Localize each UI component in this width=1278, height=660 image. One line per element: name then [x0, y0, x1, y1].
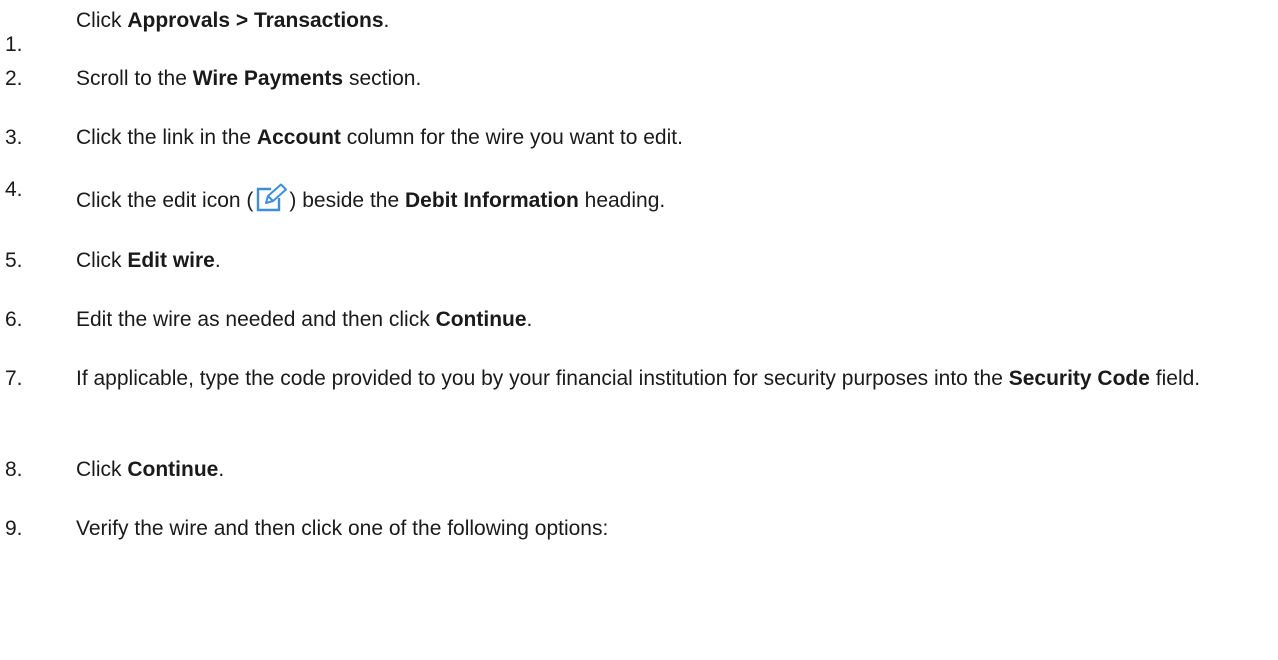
step-text: Click the edit icon ( ) beside the Debit…	[76, 183, 1258, 216]
step-number: 5.	[5, 249, 23, 272]
step-number: 8.	[5, 458, 23, 481]
step-number: 1.	[5, 33, 23, 56]
step-text-segment: heading.	[578, 189, 666, 212]
step-text-segment: Edit the wire as needed and then click	[76, 308, 436, 331]
step-text-segment: Click	[76, 249, 128, 272]
step-text: Click Approvals > Transactions.	[76, 6, 1258, 36]
step-text-segment: field.	[1149, 367, 1201, 390]
step-text-segment: column for the wire you want to edit.	[340, 126, 683, 149]
ui-term-debit-information: Debit Information	[404, 189, 579, 212]
step-number: 2.	[5, 67, 23, 90]
step-text-segment: section.	[343, 67, 422, 90]
ui-term-continue: Continue	[435, 308, 527, 331]
ui-term-continue: Continue	[127, 458, 219, 481]
ui-term-edit-wire: Edit wire	[127, 249, 215, 272]
step-text-segment: Scroll to the	[76, 67, 193, 90]
step-text-segment: Click the edit icon (	[76, 189, 254, 212]
step-number: 4.	[5, 178, 23, 201]
step-number: 3.	[5, 126, 23, 149]
step-text-segment: Click	[76, 9, 128, 32]
step-text: Click Continue.	[76, 455, 1258, 485]
ui-term-security-code: Security Code	[1008, 367, 1150, 390]
ui-term-approvals-transactions: Approvals > Transactions	[127, 9, 384, 32]
step-text-segment: .	[383, 9, 390, 32]
step-text-segment: Click the link in the	[76, 126, 257, 149]
step-text: Click Edit wire.	[76, 246, 1258, 276]
step-number: 7.	[5, 367, 23, 390]
step-text: If applicable, type the code provided to…	[76, 364, 1258, 394]
step-text: Verify the wire and then click one of th…	[76, 514, 1258, 544]
step-text-segment: If applicable, type the code provided to…	[76, 367, 1009, 390]
ui-term-wire-payments: Wire Payments	[192, 67, 344, 90]
step-number: 6.	[5, 308, 23, 331]
edit-icon	[254, 183, 288, 213]
ui-term-account: Account	[256, 126, 341, 149]
step-text: Scroll to the Wire Payments section.	[76, 64, 1258, 94]
step-text-segment: Verify the wire and then click one of th…	[76, 517, 609, 540]
instruction-steps: 1. Click Approvals > Transactions. 2. Sc…	[0, 0, 1278, 660]
step-text-segment: .	[218, 458, 225, 481]
step-text-segment: .	[214, 249, 221, 272]
step-text-segment: ) beside the	[289, 189, 405, 212]
step-text-segment: .	[526, 308, 533, 331]
step-text: Click the link in the Account column for…	[76, 123, 1258, 153]
step-text-segment: Click	[76, 458, 128, 481]
step-text: Edit the wire as needed and then click C…	[76, 305, 1258, 335]
step-number: 9.	[5, 517, 23, 540]
